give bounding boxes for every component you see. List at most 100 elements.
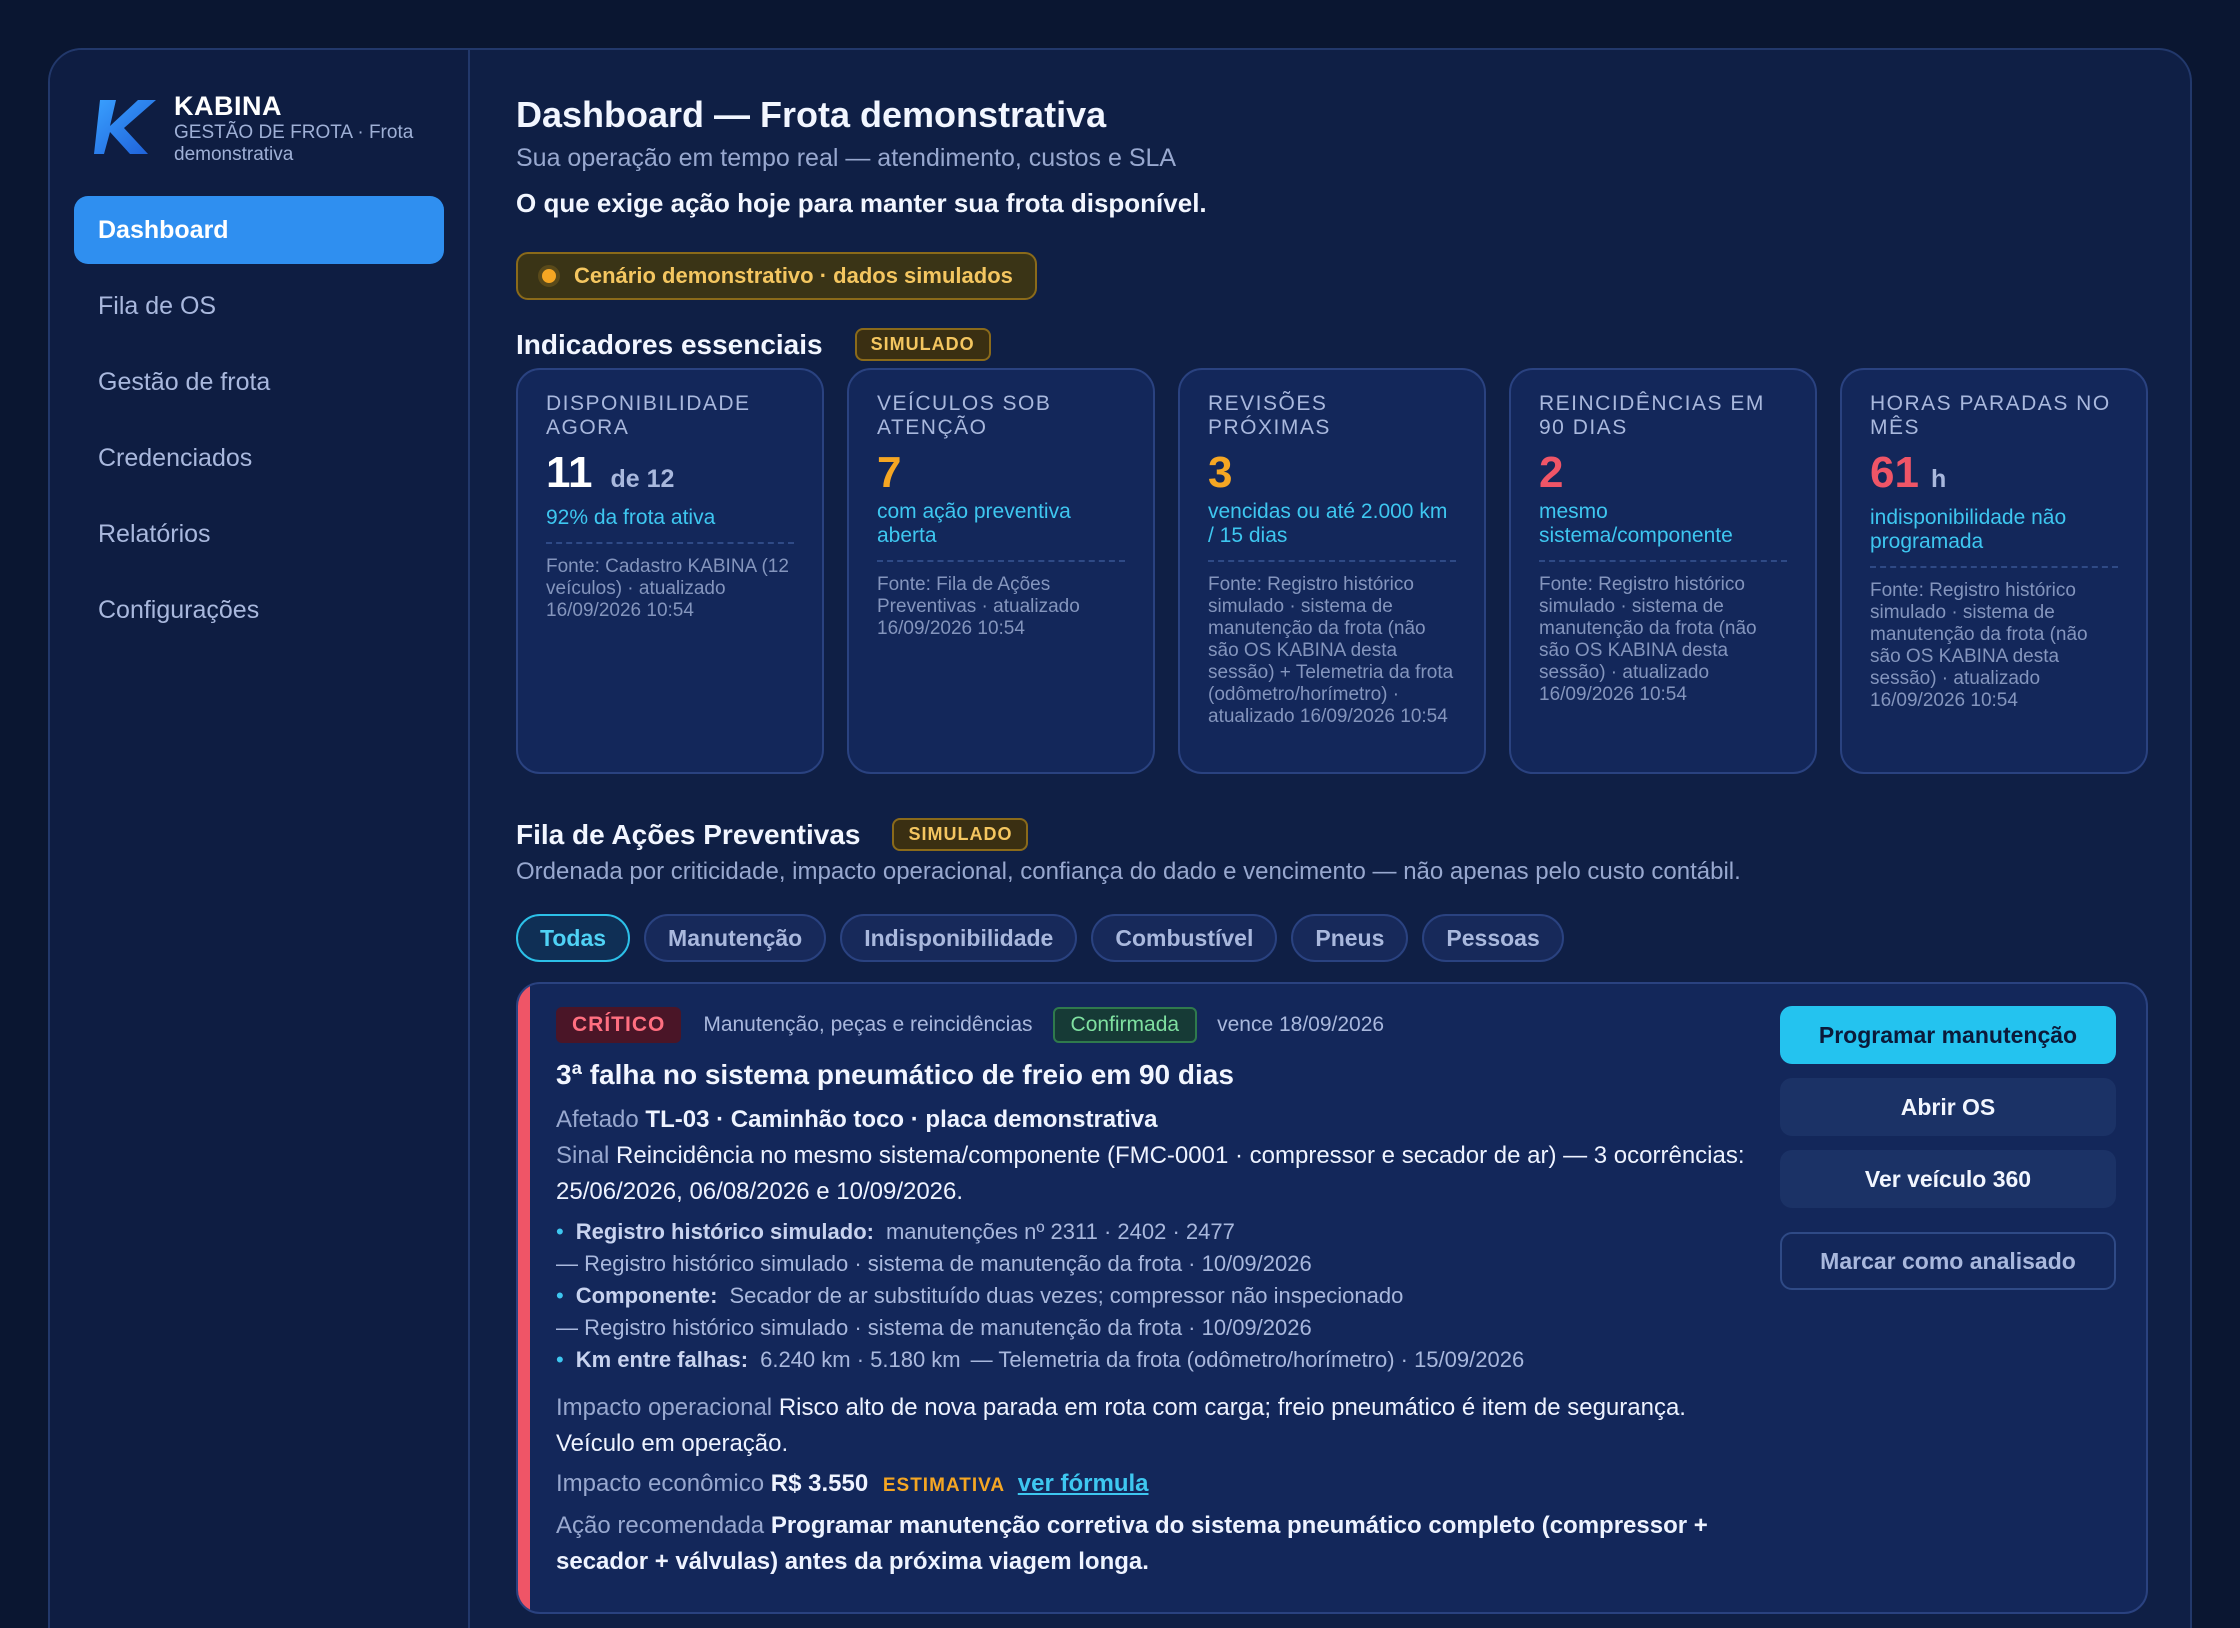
kpi-source: Fonte: Registro histórico simulado · sis…	[1208, 560, 1456, 728]
affected-value: TL-03 · Caminhão toco · placa demonstrat…	[645, 1106, 1158, 1133]
sidebar-item-relatorios[interactable]: Relatórios	[74, 500, 444, 568]
sidebar-nav: Dashboard Fila de OS Gestão de frota Cre…	[74, 196, 444, 652]
demo-scenario-badge: Cenário demonstrativo · dados simulados	[516, 252, 1037, 300]
due-date: vence 18/09/2026	[1217, 1013, 1385, 1036]
kpi-value: 11 de 12	[546, 448, 794, 504]
kpi-value: 61 h	[1870, 448, 2118, 504]
evidence-key: Registro histórico simulado:	[575, 1219, 874, 1244]
filter-chip-todas[interactable]: Todas	[516, 914, 631, 962]
filter-chip-pessoas[interactable]: Pessoas	[1422, 914, 1564, 962]
kpi-description: indisponibilidade não programada	[1870, 506, 2067, 553]
kpi-unit: h	[1930, 465, 1947, 493]
sidebar-item-dashboard[interactable]: Dashboard	[74, 196, 444, 264]
kpi-value: 7	[877, 448, 1125, 498]
action-meta: CRÍTICO Manutenção, peças e reincidência…	[556, 1006, 1756, 1044]
kpi-section-header: Indicadores essenciais SIMULADO	[516, 328, 991, 361]
recommended-action-label: Ação recomendada	[556, 1512, 765, 1539]
kpi-label: VEÍCULOS SOB ATENÇÃO	[877, 392, 1052, 439]
filter-chip-indisponibilidade[interactable]: Indisponibilidade	[840, 914, 1078, 962]
sidebar: KABINA GESTÃO DE FROTA · Frota demonstra…	[50, 50, 470, 1628]
kpi-description: mesmo sistema/componente	[1539, 500, 1733, 547]
kpi-unit: de 12	[610, 465, 675, 493]
kpi-card-horas-paradas[interactable]: HORAS PARADAS NO MÊS 61 h indisponibilid…	[1840, 368, 2148, 774]
kpi-source: Fonte: Registro histórico simulado · sis…	[1870, 566, 2118, 712]
brand-name: KABINA	[174, 91, 282, 121]
evidence-source: — Registro histórico simulado · sistema …	[556, 1315, 1312, 1340]
simulated-badge: SIMULADO	[892, 818, 1029, 851]
sidebar-item-gestao-de-frota[interactable]: Gestão de frota	[74, 348, 444, 416]
evidence-list: • Registro histórico simulado: manutençõ…	[556, 1216, 1756, 1376]
kpi-source: Fonte: Fila de Ações Preventivas · atual…	[877, 560, 1125, 640]
page-title: Dashboard — Frota demonstrativa	[516, 94, 1107, 135]
kpi-card-reincidencias[interactable]: REINCIDÊNCIAS EM 90 DIAS 2 mesmo sistema…	[1509, 368, 1817, 774]
evidence-value: 6.240 km · 5.180 km	[760, 1347, 961, 1372]
kpi-label: REVISÕES PRÓXIMAS	[1208, 392, 1331, 439]
severity-badge: CRÍTICO	[556, 1007, 682, 1043]
signal-row: Sinal Reincidência no mesmo sistema/comp…	[556, 1138, 1756, 1210]
brand-subtitle: GESTÃO DE FROTA · Frota demonstrativa	[174, 122, 414, 165]
kpi-description: 92% da frota ativa	[546, 506, 716, 529]
page-lead: O que exige ação hoje para manter sua fr…	[516, 188, 1207, 218]
operational-impact-label: Impacto operacional	[556, 1394, 773, 1421]
evidence-item: • Componente: Secador de ar substituído …	[556, 1280, 1756, 1312]
schedule-maintenance-button[interactable]: Programar manutenção	[1780, 1006, 2116, 1064]
signal-value: Reincidência no mesmo sistema/componente…	[556, 1142, 1745, 1205]
status-badge: Confirmada	[1052, 1007, 1198, 1043]
sidebar-item-credenciados[interactable]: Credenciados	[74, 424, 444, 492]
open-os-button[interactable]: Abrir OS	[1780, 1078, 2116, 1136]
evidence-key: Componente:	[575, 1283, 718, 1308]
brand[interactable]: KABINA GESTÃO DE FROTA · Frota demonstra…	[94, 90, 444, 166]
kpi-label: REINCIDÊNCIAS EM 90 DIAS	[1539, 392, 1765, 439]
bullet-icon: •	[556, 1347, 564, 1372]
kpi-card-veiculos-atencao[interactable]: VEÍCULOS SOB ATENÇÃO 7 com ação preventi…	[847, 368, 1155, 774]
evidence-item: • Km entre falhas: 6.240 km · 5.180 km —…	[556, 1344, 1756, 1376]
kpi-card-revisoes[interactable]: REVISÕES PRÓXIMAS 3 vencidas ou até 2.00…	[1178, 368, 1486, 774]
sidebar-item-fila-de-os[interactable]: Fila de OS	[74, 272, 444, 340]
evidence-source: — Registro histórico simulado · sistema …	[556, 1251, 1312, 1276]
affected-row: Afetado TL-03 · Caminhão toco · placa de…	[556, 1102, 1756, 1138]
kpi-description: vencidas ou até 2.000 km / 15 dias	[1208, 500, 1448, 547]
evidence-source: — Telemetria da frota (odômetro/horímetr…	[970, 1347, 1525, 1372]
action-category: Manutenção, peças e reincidências	[703, 1013, 1033, 1036]
economic-impact-value: R$ 3.550	[770, 1470, 869, 1497]
severity-bar	[518, 984, 530, 1612]
view-vehicle-360-button[interactable]: Ver veículo 360	[1780, 1150, 2116, 1208]
kabina-k-logo-icon	[94, 100, 156, 154]
demo-scenario-text: Cenário demonstrativo · dados simulados	[574, 263, 1013, 288]
simulated-badge: SIMULADO	[854, 328, 991, 361]
main-content: Dashboard — Frota demonstrativa Sua oper…	[516, 50, 2156, 1628]
preventive-action-card: CRÍTICO Manutenção, peças e reincidência…	[516, 982, 2148, 1614]
affected-label: Afetado	[556, 1106, 639, 1133]
filter-chip-combustivel[interactable]: Combustível	[1091, 914, 1278, 962]
kpi-card-disponibilidade[interactable]: DISPONIBILIDADE AGORA 11 de 12 92% da fr…	[516, 368, 824, 774]
mark-analyzed-button[interactable]: Marcar como analisado	[1780, 1232, 2116, 1290]
evidence-key: Km entre falhas:	[575, 1347, 749, 1372]
recommended-action-row: Ação recomendada Programar manutenção co…	[556, 1508, 1756, 1580]
kpi-section-title: Indicadores essenciais	[516, 328, 823, 360]
filter-chip-manutencao[interactable]: Manutenção	[644, 914, 827, 962]
kpi-number: 11	[546, 448, 593, 497]
kpi-number: 2	[1539, 448, 1564, 497]
kpi-number: 7	[877, 448, 902, 497]
formula-link[interactable]: ver fórmula	[1018, 1470, 1149, 1497]
economic-impact-label: Impacto econômico	[556, 1470, 765, 1497]
kpi-label: HORAS PARADAS NO MÊS	[1870, 392, 2111, 439]
page-subtitle: Sua operação em tempo real — atendimento…	[516, 144, 1177, 172]
kpi-description: com ação preventiva aberta	[877, 500, 1071, 547]
kpi-number: 61	[1870, 448, 1919, 497]
filter-chips: Todas Manutenção Indisponibilidade Combu…	[516, 914, 1578, 962]
evidence-value: manutenções nº 2311 · 2402 · 2477	[885, 1219, 1235, 1244]
bullet-icon: •	[556, 1283, 564, 1308]
estimate-tag: ESTIMATIVA	[882, 1475, 1006, 1496]
sidebar-item-configuracoes[interactable]: Configurações	[74, 576, 444, 644]
queue-description: Ordenada por criticidade, impacto operac…	[516, 858, 1741, 885]
queue-section-title: Fila de Ações Preventivas	[516, 818, 861, 850]
status-dot-icon	[538, 265, 560, 287]
economic-impact-row: Impacto econômico R$ 3.550 ESTIMATIVA ve…	[556, 1466, 1756, 1504]
kpi-label: DISPONIBILIDADE AGORA	[546, 392, 751, 439]
kpi-value: 2	[1539, 448, 1787, 498]
filter-chip-pneus[interactable]: Pneus	[1291, 914, 1409, 962]
kpi-value: 3	[1208, 448, 1456, 498]
kpi-cards: DISPONIBILIDADE AGORA 11 de 12 92% da fr…	[516, 368, 2148, 774]
operational-impact-row: Impacto operacional Risco alto de nova p…	[556, 1390, 1756, 1462]
